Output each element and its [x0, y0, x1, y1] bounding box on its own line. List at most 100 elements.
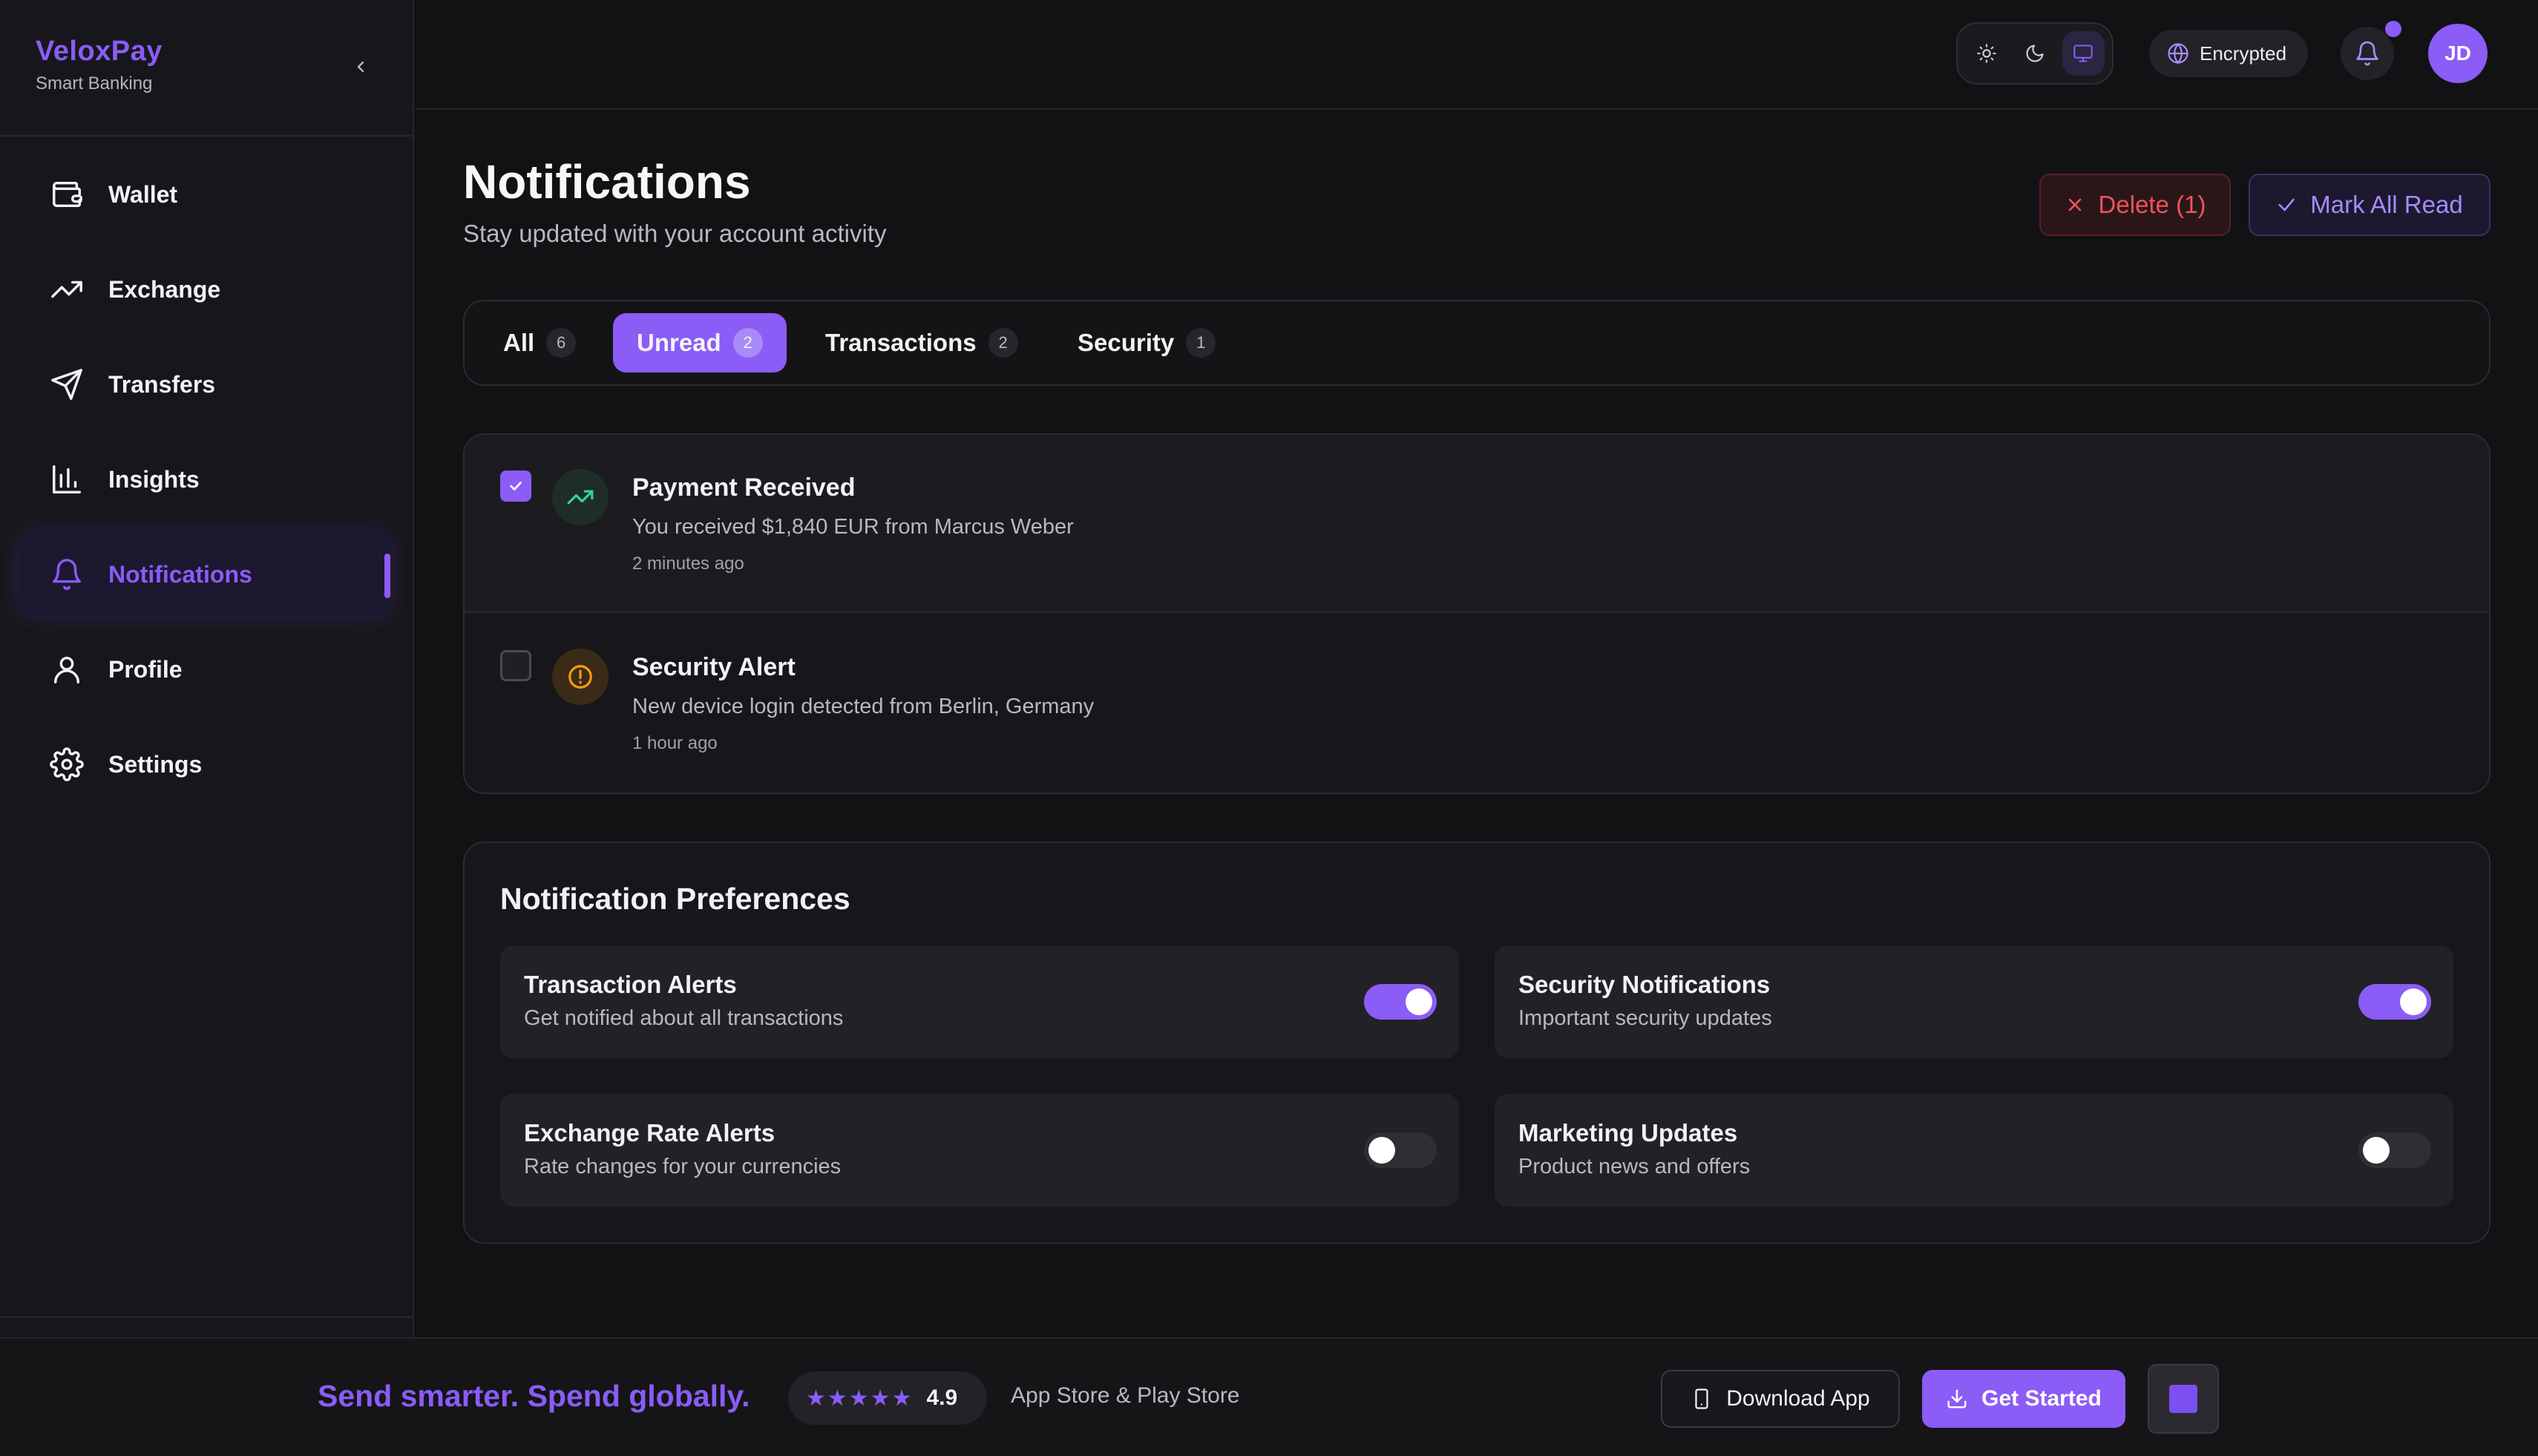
- brand-subtitle: Smart Banking: [36, 73, 153, 94]
- encrypted-label: Encrypted: [2200, 42, 2287, 65]
- monitor-icon: [2073, 45, 2093, 62]
- transaction-alerts-toggle[interactable]: [1364, 984, 1437, 1020]
- preferences-title: Notification Preferences: [500, 882, 850, 916]
- tab-count-badge: 2: [988, 328, 1018, 358]
- sidebar-item-profile[interactable]: Profile: [19, 628, 390, 711]
- pref-description: Get notified about all transactions: [524, 1006, 844, 1030]
- send-icon: [49, 367, 85, 402]
- notification-dot: [2385, 21, 2401, 37]
- delete-button[interactable]: Delete (1): [2039, 174, 2231, 236]
- toggle-knob: [1406, 988, 1432, 1015]
- alert-circle-icon: [552, 649, 609, 705]
- brand: VeloxPay Smart Banking: [36, 36, 163, 94]
- stop-button[interactable]: [2148, 1364, 2219, 1434]
- bell-icon: [2356, 41, 2378, 66]
- tab-label: Security: [1078, 329, 1175, 356]
- bell-icon: [49, 557, 85, 592]
- sidebar-item-exchange[interactable]: Exchange: [19, 248, 390, 331]
- pref-exchange-rate-alerts: Exchange Rate Alerts Rate changes for yo…: [500, 1094, 1459, 1207]
- tab-label: All: [503, 329, 535, 356]
- sun-icon: [1976, 44, 1996, 63]
- notification-list: Payment Received You received $1,840 EUR…: [463, 433, 2491, 794]
- page-title: Notifications: [463, 155, 751, 209]
- star-rating-icon: ★★★★★: [806, 1386, 914, 1411]
- delete-button-label: Delete (1): [2098, 191, 2206, 218]
- sidebar-item-settings[interactable]: Settings: [19, 723, 390, 806]
- notification-preferences: Notification Preferences Transaction Ale…: [463, 842, 2491, 1244]
- tab-label: Transactions: [825, 329, 977, 356]
- theme-dark-button[interactable]: [2013, 31, 2056, 76]
- check-icon: [510, 482, 522, 491]
- sidebar: VeloxPay Smart Banking Wallet Exchange T…: [0, 0, 414, 1337]
- sidebar-item-wallet[interactable]: Wallet: [19, 153, 390, 236]
- sidebar-item-label: Notifications: [108, 560, 252, 588]
- list-item[interactable]: Payment Received You received $1,840 EUR…: [465, 435, 2489, 613]
- pref-marketing-updates: Marketing Updates Product news and offer…: [1495, 1094, 2453, 1207]
- trending-up-icon: [552, 469, 609, 525]
- list-item[interactable]: Security Alert New device login detected…: [465, 614, 2489, 793]
- notification-time: 2 minutes ago: [632, 554, 744, 574]
- notification-time: 1 hour ago: [632, 733, 718, 753]
- encrypted-badge: Encrypted: [2149, 30, 2308, 77]
- tab-unread[interactable]: Unread 2: [613, 313, 787, 373]
- tab-count-badge: 1: [1186, 328, 1216, 358]
- toggle-knob: [1368, 1137, 1395, 1164]
- pref-description: Rate changes for your currencies: [524, 1155, 842, 1178]
- marketing-updates-toggle[interactable]: [2358, 1132, 2431, 1168]
- sidebar-collapse-button[interactable]: [347, 53, 374, 80]
- brand-name: VeloxPay: [36, 36, 163, 67]
- page-subtitle: Stay updated with your account activity: [463, 220, 887, 247]
- pref-name: Security Notifications: [1518, 971, 1771, 998]
- notifications-button[interactable]: [2341, 27, 2394, 80]
- notification-message: You received $1,840 EUR from Marcus Webe…: [632, 515, 1074, 539]
- mark-all-read-label: Mark All Read: [2310, 191, 2463, 218]
- stop-icon: [2169, 1385, 2197, 1413]
- sidebar-item-label: Settings: [108, 750, 203, 778]
- sidebar-item-label: Transfers: [108, 370, 216, 398]
- bar-chart-icon: [49, 462, 85, 497]
- pref-description: Product news and offers: [1518, 1155, 1751, 1178]
- theme-system-button[interactable]: [2062, 31, 2105, 76]
- select-checkbox[interactable]: [500, 650, 531, 681]
- filter-tabs: All 6 Unread 2 Transactions 2 Security 1: [463, 300, 2491, 386]
- get-started-label: Get Started: [1981, 1386, 2102, 1411]
- promo-tagline: Send smarter. Spend globally.: [318, 1379, 750, 1413]
- top-header: Encrypted JD: [416, 0, 2538, 110]
- notification-title: Payment Received: [632, 473, 856, 502]
- download-app-button[interactable]: Download App: [1661, 1370, 1900, 1428]
- avatar[interactable]: JD: [2428, 24, 2488, 83]
- sidebar-item-label: Profile: [108, 655, 183, 683]
- tab-count-badge: 6: [546, 328, 577, 358]
- security-notifications-toggle[interactable]: [2358, 984, 2431, 1020]
- notification-title: Security Alert: [632, 653, 796, 681]
- pref-security-notifications: Security Notifications Important securit…: [1495, 945, 2453, 1058]
- app-rating-badge: ★★★★★ 4.9: [788, 1371, 987, 1425]
- sidebar-item-insights[interactable]: Insights: [19, 438, 390, 521]
- theme-switcher: [1956, 22, 2114, 85]
- sidebar-item-label: Insights: [108, 465, 200, 493]
- exchange-rate-alerts-toggle[interactable]: [1364, 1132, 1437, 1168]
- pref-name: Transaction Alerts: [524, 971, 737, 998]
- pref-name: Exchange Rate Alerts: [524, 1119, 776, 1147]
- smartphone-icon: [1695, 1388, 1708, 1409]
- mark-all-read-button[interactable]: Mark All Read: [2249, 174, 2491, 236]
- tab-security[interactable]: Security 1: [1054, 313, 1239, 373]
- store-availability: App Store & Play Store: [1011, 1383, 1240, 1408]
- sidebar-item-notifications[interactable]: Notifications: [19, 533, 390, 616]
- select-checkbox[interactable]: [500, 470, 531, 502]
- tab-transactions[interactable]: Transactions 2: [801, 313, 1042, 373]
- user-icon: [49, 652, 85, 687]
- tab-all[interactable]: All 6: [479, 313, 600, 373]
- sidebar-item-transfers[interactable]: Transfers: [19, 343, 390, 426]
- gear-icon: [49, 747, 85, 782]
- toggle-knob: [2363, 1137, 2390, 1164]
- download-icon: [1947, 1389, 1967, 1409]
- moon-icon: [2026, 45, 2044, 62]
- get-started-button[interactable]: Get Started: [1922, 1370, 2125, 1428]
- notification-message: New device login detected from Berlin, G…: [632, 695, 1095, 718]
- theme-light-button[interactable]: [1965, 31, 2007, 76]
- tab-count-badge: 2: [732, 328, 763, 358]
- sidebar-divider: [0, 135, 414, 137]
- pref-description: Important security updates: [1518, 1006, 1772, 1030]
- rating-score: 4.9: [926, 1386, 958, 1410]
